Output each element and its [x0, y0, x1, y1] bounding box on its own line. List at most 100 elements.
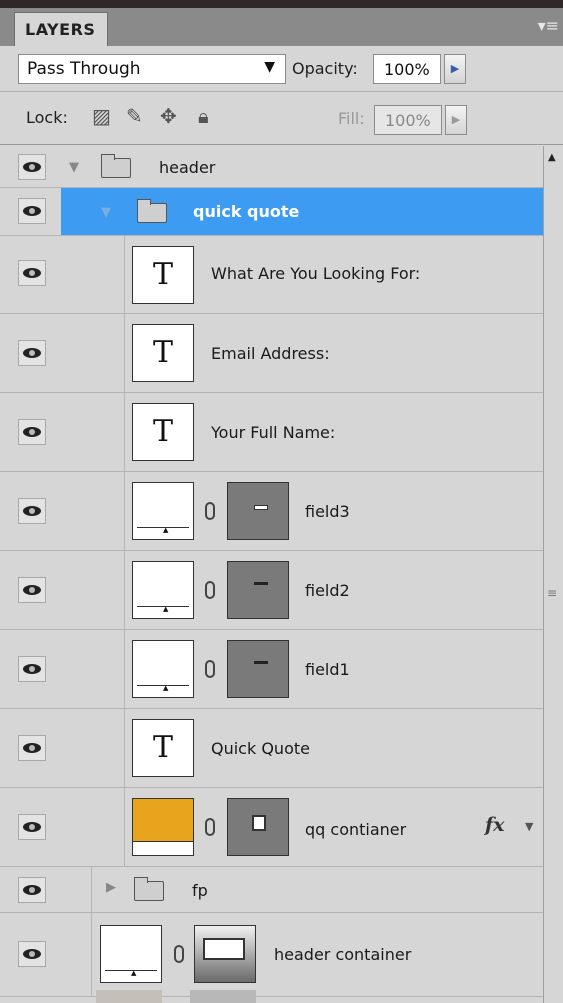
tab-layers[interactable]: LAYERS: [14, 12, 108, 46]
layer-row-text[interactable]: T Quick Quote: [0, 709, 543, 788]
window-top-edge: [0, 0, 563, 8]
visibility-eye-icon[interactable]: [18, 154, 46, 180]
visibility-eye-icon[interactable]: [18, 814, 46, 840]
visibility-eye-icon[interactable]: [18, 260, 46, 286]
layers-panel: LAYERS ▾≡ Pass Through ▼ Opacity: 100% ▶…: [0, 8, 563, 1003]
layer-row-quick-quote[interactable]: ▼ quick quote: [0, 188, 543, 236]
visibility-eye-icon[interactable]: [18, 577, 46, 603]
layer-row-shape-fx[interactable]: qq contianer fx ▼: [0, 788, 543, 867]
visibility-eye-icon[interactable]: [18, 735, 46, 761]
text-layer-thumbnail-icon: T: [132, 324, 194, 382]
layer-name: Email Address:: [211, 344, 330, 363]
layer-row-text[interactable]: T What Are You Looking For:: [0, 236, 543, 314]
vector-mask-thumbnail: [227, 798, 289, 856]
opacity-slider-button[interactable]: ▶: [444, 54, 466, 84]
chevron-down-icon: ▼: [264, 59, 275, 75]
collapsed-triangle-icon[interactable]: ▶: [106, 880, 116, 895]
layer-body: field2: [124, 551, 543, 629]
link-chain-icon[interactable]: [205, 581, 215, 599]
layer-row-shape[interactable]: field3: [0, 472, 543, 551]
opacity-label: Opacity:: [292, 59, 358, 78]
text-layer-thumbnail-icon: T: [132, 403, 194, 461]
layer-body: T Quick Quote: [124, 709, 543, 787]
expand-triangle-icon[interactable]: ▼: [101, 205, 111, 220]
blend-mode-select[interactable]: Pass Through ▼: [18, 54, 286, 84]
lock-pixels-brush-icon[interactable]: ✎: [126, 104, 143, 128]
layer-body: qq contianer fx ▼: [124, 788, 543, 866]
effects-expand-arrow-icon[interactable]: ▼: [525, 820, 533, 833]
opacity-input[interactable]: 100%: [373, 54, 441, 84]
layer-thumbnail: [132, 482, 194, 540]
lock-all-padlock-icon[interactable]: 🔒︎: [198, 104, 209, 128]
layer-body: field1: [124, 630, 543, 708]
layer-row-text[interactable]: T Your Full Name:: [0, 393, 543, 472]
scroll-up-arrow-icon[interactable]: ▲: [548, 152, 556, 163]
blend-opacity-row: Pass Through ▼ Opacity: 100% ▶: [0, 46, 563, 92]
blend-mode-value: Pass Through: [27, 59, 141, 79]
layer-effects-fx-icon[interactable]: fx: [485, 814, 505, 836]
layer-row-header[interactable]: ▼ header: [0, 146, 543, 188]
lock-position-move-icon[interactable]: ✥: [160, 104, 177, 128]
layer-row-text[interactable]: T Email Address:: [0, 314, 543, 393]
layer-body: header container: [91, 913, 543, 996]
layer-thumbnail: [132, 640, 194, 698]
folder-icon: [137, 199, 167, 223]
expand-triangle-icon[interactable]: ▼: [69, 160, 79, 175]
lock-label: Lock:: [26, 108, 68, 127]
next-layer-thumbnail-peek: [96, 990, 162, 1003]
next-layer-mask-peek: [190, 990, 256, 1003]
layer-row-shape[interactable]: field2: [0, 551, 543, 630]
visibility-eye-icon[interactable]: [18, 941, 46, 967]
visibility-eye-icon[interactable]: [18, 498, 46, 524]
visibility-eye-icon[interactable]: [18, 419, 46, 445]
lock-fill-row: Lock: ▨ ✎ ✥ 🔒︎ Fill: 100% ▶: [0, 93, 563, 145]
vector-mask-thumbnail: [194, 925, 256, 983]
text-layer-thumbnail-icon: T: [132, 246, 194, 304]
layer-name: Your Full Name:: [211, 423, 336, 442]
visibility-eye-icon[interactable]: [18, 877, 46, 903]
layer-name: fp: [192, 881, 208, 900]
panel-tab-bar: LAYERS ▾≡: [0, 8, 563, 46]
layer-body: T What Are You Looking For:: [124, 236, 543, 313]
layer-body: field3: [124, 472, 543, 550]
vector-mask-thumbnail: [227, 561, 289, 619]
fill-slider-button[interactable]: ▶: [445, 105, 467, 135]
layer-name: header: [159, 158, 216, 177]
visibility-eye-icon[interactable]: [18, 198, 46, 224]
link-chain-icon[interactable]: [205, 502, 215, 520]
link-chain-icon[interactable]: [205, 818, 215, 836]
layer-body: ▼ quick quote: [61, 188, 543, 235]
layer-thumbnail: [132, 561, 194, 619]
layer-name: qq contianer: [305, 820, 407, 839]
layer-thumbnail: [132, 798, 194, 856]
layer-name: header container: [274, 945, 412, 964]
layer-body: T Your Full Name:: [124, 393, 543, 471]
scroll-grip-icon[interactable]: ≡: [547, 586, 557, 600]
fill-input[interactable]: 100%: [374, 105, 442, 135]
layer-list: ▼ header ▼ quick quote T What Are You Lo…: [0, 146, 543, 1003]
layer-row-shape[interactable]: field1: [0, 630, 543, 709]
layer-body: ▼ header: [61, 146, 543, 187]
layer-row-fp[interactable]: ▶ fp: [0, 867, 543, 913]
layer-name: Quick Quote: [211, 739, 310, 758]
link-chain-icon[interactable]: [205, 660, 215, 678]
fill-label: Fill:: [338, 109, 365, 128]
link-chain-icon[interactable]: [174, 945, 184, 963]
text-layer-thumbnail-icon: T: [132, 719, 194, 777]
panel-menu-icon[interactable]: ▾≡: [538, 16, 559, 35]
layer-thumbnail: [100, 925, 162, 983]
layer-name: field2: [305, 581, 350, 600]
layers-scrollbar[interactable]: ▲ ≡: [543, 146, 563, 1003]
folder-icon: [134, 877, 164, 901]
visibility-eye-icon[interactable]: [18, 340, 46, 366]
layer-body: ▶ fp: [91, 867, 543, 912]
vector-mask-thumbnail: [227, 482, 289, 540]
visibility-eye-icon[interactable]: [18, 656, 46, 682]
layer-row-shape[interactable]: header container: [0, 913, 543, 997]
vector-mask-thumbnail: [227, 640, 289, 698]
lock-transparency-icon[interactable]: ▨: [92, 104, 111, 128]
folder-icon: [101, 154, 131, 178]
layer-name: quick quote: [193, 202, 300, 221]
layer-name: What Are You Looking For:: [211, 264, 421, 283]
layer-name: field3: [305, 502, 350, 521]
